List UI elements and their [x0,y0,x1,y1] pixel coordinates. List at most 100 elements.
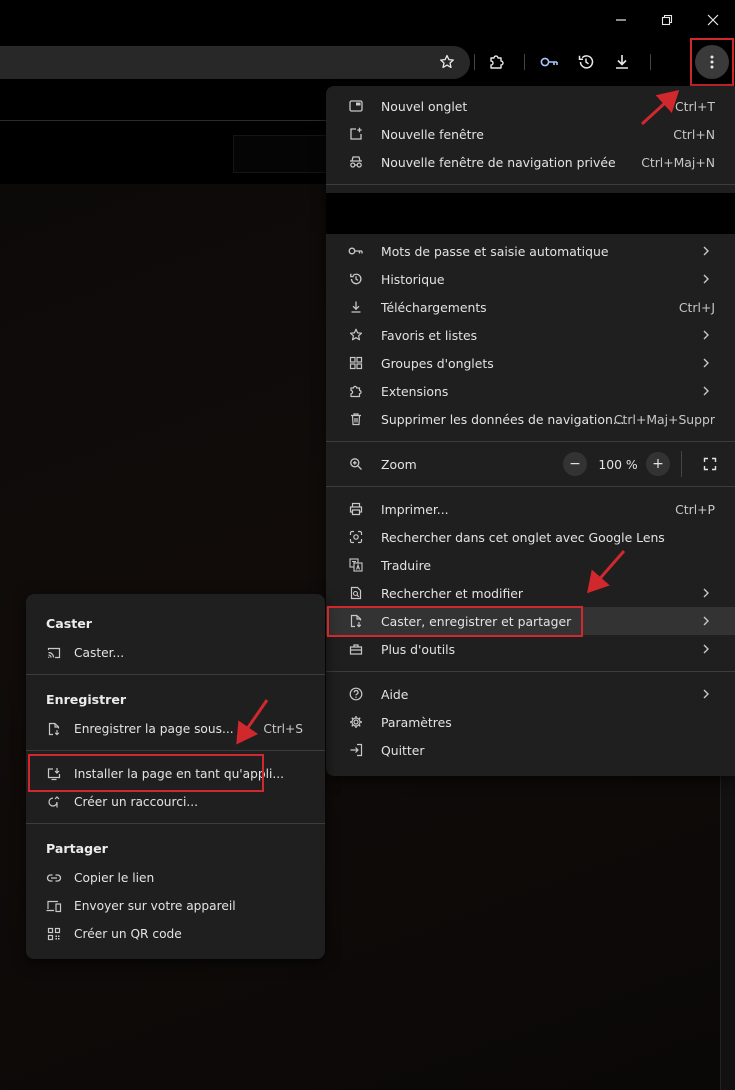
menu-item-extensions[interactable]: Extensions [326,377,735,405]
chevron-right-icon [699,586,713,600]
menu-item-help[interactable]: Aide [326,680,735,708]
history-icon [577,53,595,71]
restore-button[interactable] [644,8,690,32]
submenu-item-label: Envoyer sur votre appareil [74,899,236,913]
menu-item-cast-save-share[interactable]: Caster, enregistrer et partager [326,607,735,635]
chevron-right-icon [699,328,713,342]
close-icon [707,14,719,26]
address-bar[interactable] [0,46,470,79]
browser-toolbar [0,38,735,86]
menu-item-downloads[interactable]: Téléchargements Ctrl+J [326,293,735,321]
print-icon [348,501,364,517]
fullscreen-button[interactable] [698,452,722,476]
bookmark-star-button[interactable] [435,50,459,74]
submenu-heading-save: Enregistrer [46,692,127,707]
menu-item-settings[interactable]: Paramètres [326,708,735,736]
chevron-right-icon [699,272,713,286]
menu-item-label: Favoris et listes [381,327,478,343]
submenu-item-create-shortcut[interactable]: Créer un raccourci... [26,788,325,816]
submenu-item-label: Caster... [74,646,125,660]
menu-item-label: Caster, enregistrer et partager [381,613,572,629]
page-divider [0,120,330,121]
exit-icon [348,742,364,758]
cast-save-share-icon [348,613,364,629]
menu-item-bookmarks[interactable]: Favoris et listes [326,321,735,349]
downloads-button[interactable] [610,50,634,74]
cast-save-share-submenu: Caster Caster... Enregistrer Enregistrer… [26,594,325,959]
chrome-menu-button[interactable] [690,38,734,86]
save-page-icon [46,721,62,737]
menu-item-print[interactable]: Imprimer... Ctrl+P [326,495,735,523]
shortcut-icon [46,794,62,810]
menu-item-label: Plus d'outils [381,641,456,657]
menu-item-new-tab[interactable]: Nouvel onglet Ctrl+T [326,92,735,120]
submenu-item-send-to-device[interactable]: Envoyer sur votre appareil [26,892,325,920]
menu-item-shortcut: Ctrl+P [675,501,715,517]
install-app-icon [46,766,62,782]
chrome-menu-button-bg [695,45,729,79]
key-icon [348,243,364,259]
help-icon [348,686,364,702]
menu-item-label: Aide [381,686,409,702]
menu-item-clear-data[interactable]: Supprimer les données de navigation... C… [326,405,735,433]
menu-separator [326,671,735,672]
cast-icon [46,645,62,661]
menu-item-google-lens[interactable]: Rechercher dans cet onglet avec Google L… [326,523,735,551]
toolbar-divider [650,54,651,70]
menu-item-history[interactable]: Historique [326,265,735,293]
menu-separator [326,486,735,487]
menu-item-label: Quitter [381,742,425,758]
lens-icon [348,529,364,545]
find-icon [348,585,364,601]
download-icon [613,53,631,71]
minimize-button[interactable] [598,8,644,32]
fullscreen-icon [703,457,717,471]
submenu-item-install-app[interactable]: Installer la page en tant qu'appli... [26,760,325,788]
star-icon [439,54,455,70]
qr-code-icon [46,926,62,942]
submenu-item-label: Créer un raccourci... [74,795,198,809]
menu-item-find-edit[interactable]: Rechercher et modifier [326,579,735,607]
menu-item-label: Nouvelle fenêtre de navigation privée [381,154,616,170]
history-icon [348,271,364,287]
settings-icon [348,714,364,730]
chevron-right-icon [699,687,713,701]
send-device-icon [46,898,62,914]
submenu-item-qr-code[interactable]: Créer un QR code [26,920,325,948]
zoom-divider [681,451,682,477]
menu-item-label: Imprimer... [381,501,449,517]
submenu-item-copy-link[interactable]: Copier le lien [26,864,325,892]
history-button[interactable] [574,50,598,74]
menu-item-passwords[interactable]: Mots de passe et saisie automatique [326,237,735,265]
zoom-in-button[interactable]: + [646,452,670,476]
submenu-heading-share: Partager [46,841,108,856]
link-icon [46,870,62,886]
menu-item-label: Téléchargements [381,299,487,315]
chevron-right-icon [699,356,713,370]
menu-item-shortcut: Ctrl+T [675,98,715,114]
menu-item-zoom: Zoom [326,450,735,478]
close-window-button[interactable] [690,8,735,32]
tab-groups-icon [348,355,364,371]
incognito-icon [348,154,364,170]
submenu-item-cast[interactable]: Caster... [26,639,325,667]
profile-area-redacted [326,193,735,234]
toolbar-divider [524,54,525,70]
menu-item-incognito[interactable]: Nouvelle fenêtre de navigation privée Ct… [326,148,735,176]
menu-item-shortcut: Ctrl+Maj+Suppr [613,411,715,427]
chevron-right-icon [699,384,713,398]
menu-item-tab-groups[interactable]: Groupes d'onglets [326,349,735,377]
menu-item-translate[interactable]: Traduire [326,551,735,579]
submenu-item-label: Enregistrer la page sous... [74,722,234,736]
password-manager-button[interactable] [538,50,562,74]
menu-item-label: Groupes d'onglets [381,355,494,371]
extensions-button[interactable] [485,50,509,74]
menu-item-new-window[interactable]: Nouvelle fenêtre Ctrl+N [326,120,735,148]
chevron-right-icon [699,614,713,628]
chevron-right-icon [699,642,713,656]
menu-item-more-tools[interactable]: Plus d'outils [326,635,735,663]
submenu-item-save-page[interactable]: Enregistrer la page sous... Ctrl+S [26,715,325,743]
menu-item-exit[interactable]: Quitter [326,736,735,764]
more-vert-icon [710,55,714,69]
zoom-out-button[interactable]: − [563,452,587,476]
